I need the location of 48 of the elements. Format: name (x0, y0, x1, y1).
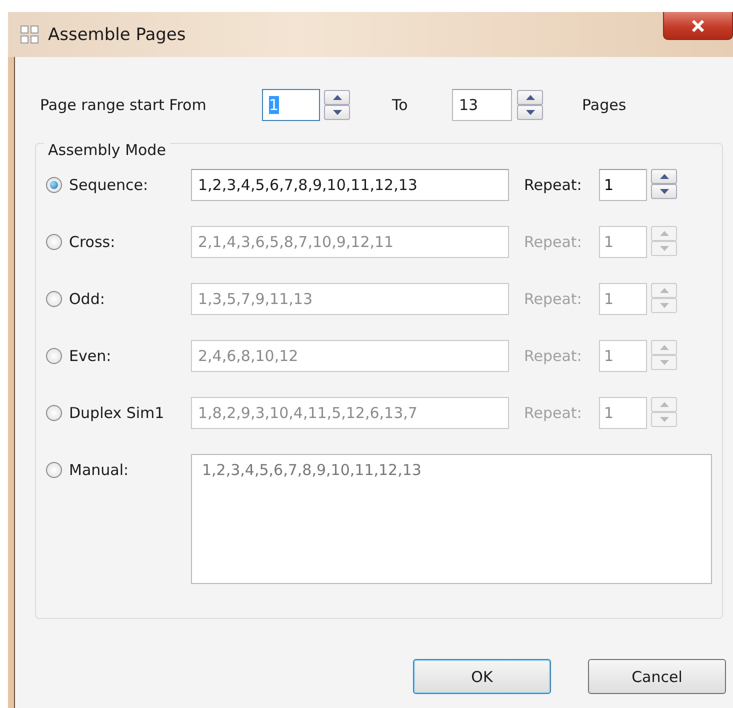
repeat-label: Repeat: (524, 346, 583, 367)
repeat-label: Repeat: (524, 175, 583, 196)
ok-button[interactable]: OK (413, 659, 551, 694)
mode-label: Duplex Sim1 (69, 404, 164, 422)
up-arrow-icon (332, 95, 342, 100)
up-arrow-icon (660, 345, 668, 350)
down-arrow-icon (660, 303, 668, 308)
spin-up-button[interactable] (517, 90, 543, 105)
up-arrow-icon (660, 231, 668, 236)
group-title: Assembly Mode (44, 141, 170, 159)
spin-up-button[interactable] (324, 90, 350, 105)
up-arrow-icon (660, 174, 668, 179)
spin-down-button[interactable] (651, 184, 677, 199)
repeat-field[interactable]: 1 (599, 169, 647, 201)
pages-label: Pages (582, 96, 626, 114)
cancel-button[interactable]: Cancel (588, 659, 726, 694)
to-label: To (392, 96, 409, 114)
up-arrow-icon (660, 402, 668, 407)
down-arrow-icon (660, 360, 668, 365)
mode-label: Cross: (69, 233, 116, 251)
down-arrow-icon (660, 189, 668, 194)
mode-label: Even: (69, 347, 112, 365)
from-field[interactable]: 1 (262, 89, 320, 121)
mode-label: Manual: (69, 461, 129, 479)
up-arrow-icon (526, 95, 534, 100)
manual-text-area[interactable]: 1,2,3,4,5,6,7,8,9,10,11,12,13 (191, 454, 712, 584)
spin-down-button[interactable] (324, 105, 350, 120)
down-arrow-icon (332, 110, 342, 115)
spin-down-button[interactable] (517, 105, 543, 120)
radio-button[interactable] (46, 462, 62, 478)
radio-button[interactable] (46, 177, 62, 193)
repeat-label: Repeat: (524, 289, 583, 310)
repeat-label: Repeat: (524, 403, 583, 424)
down-arrow-icon (660, 246, 668, 251)
sequence-field[interactable]: 1,2,3,4,5,6,7,8,9,10,11,12,13 (191, 169, 509, 201)
down-arrow-icon (660, 417, 668, 422)
mode-label: Odd: (69, 290, 105, 308)
from-label: Page range start From (40, 96, 208, 114)
down-arrow-icon (526, 110, 534, 115)
close-icon (691, 20, 705, 32)
spin-up-button[interactable] (651, 169, 677, 184)
pages-grid-icon (20, 24, 40, 44)
to-field[interactable]: 13 (452, 89, 512, 121)
repeat-label: Repeat: (524, 232, 583, 253)
up-arrow-icon (660, 288, 668, 293)
mode-label: Sequence: (69, 176, 148, 194)
close-button[interactable] (663, 12, 733, 40)
window-title: Assemble Pages (48, 24, 186, 44)
